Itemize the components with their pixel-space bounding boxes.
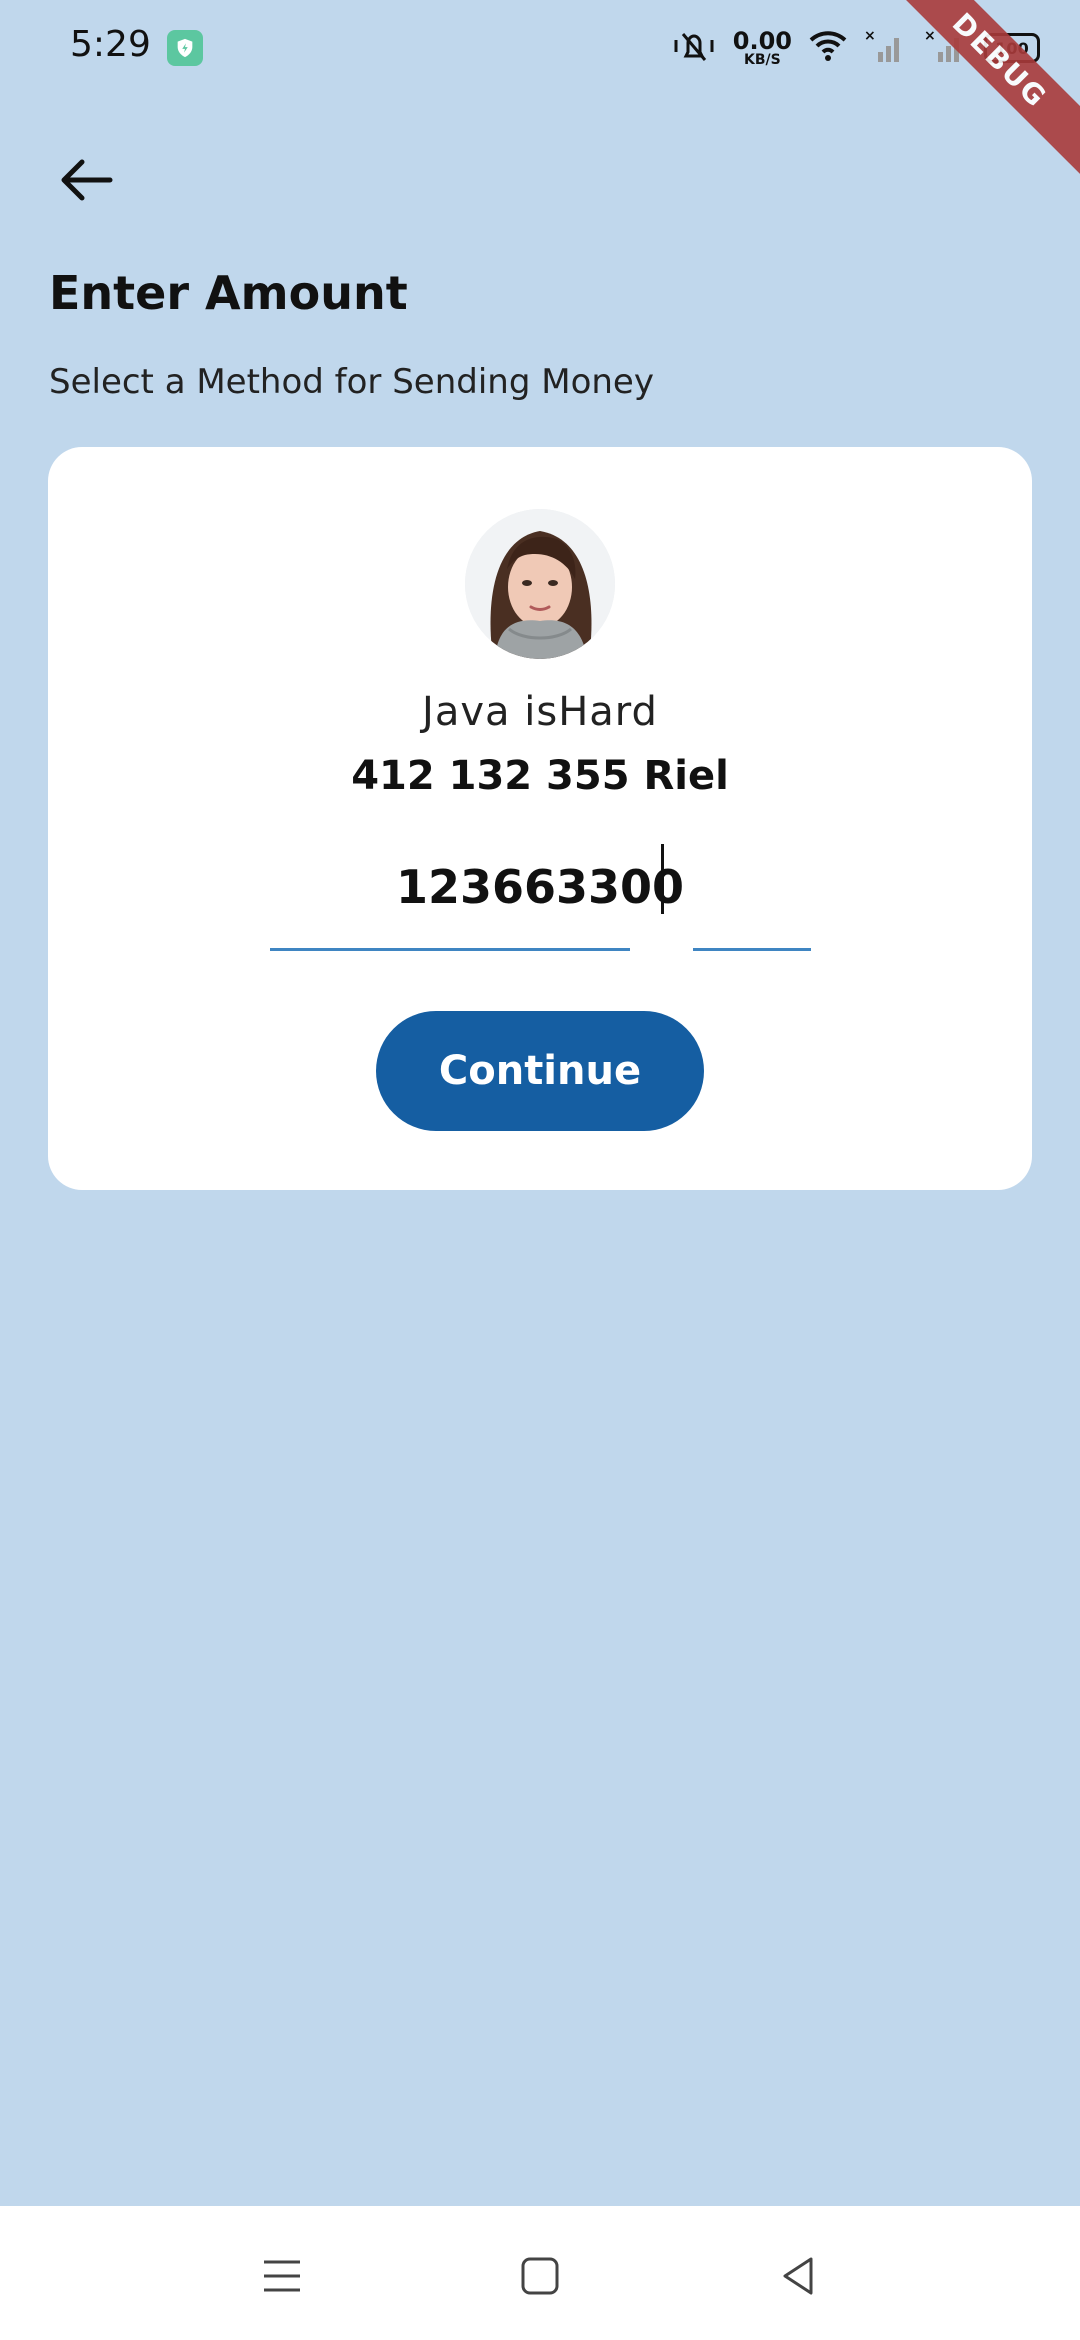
- continue-button[interactable]: Continue: [376, 1011, 704, 1131]
- back-button[interactable]: [46, 140, 126, 220]
- arrow-left-icon: [61, 159, 113, 201]
- system-back-button[interactable]: [758, 2236, 838, 2316]
- page-title: Enter Amount: [49, 266, 408, 320]
- transfer-card: Java isHard 412 132 355 Riel Continue: [48, 447, 1032, 1190]
- page-subtitle: Select a Method for Sending Money: [49, 362, 654, 402]
- recipient-name: Java isHard: [422, 689, 658, 735]
- amount-input[interactable]: [268, 847, 812, 927]
- svg-text:×: ×: [864, 28, 876, 44]
- back-triangle-icon: [783, 2257, 813, 2295]
- svg-text:×: ×: [924, 28, 936, 44]
- account-number: 412 132 355 Riel: [351, 753, 729, 799]
- vibrate-mute-icon: [671, 26, 717, 70]
- status-bar: 5:29 0.00 KB/S × × DEBUG: [0, 0, 1080, 184]
- net-speed-value: 0.00: [732, 27, 792, 55]
- home-square-icon: [521, 2257, 559, 2295]
- home-button[interactable]: [500, 2236, 580, 2316]
- text-caret: [661, 844, 664, 914]
- signal-sim1-icon: ×: [864, 28, 908, 68]
- recipient-avatar: [465, 509, 615, 659]
- menu-icon: [264, 2260, 300, 2292]
- shield-app-icon: [167, 30, 203, 66]
- currency-underline[interactable]: [693, 948, 811, 951]
- system-nav-bar: [0, 2206, 1080, 2340]
- amount-underline: [270, 948, 630, 951]
- net-speed-unit: KB/S: [744, 52, 781, 68]
- status-time: 5:29: [70, 24, 151, 65]
- wifi-icon: [808, 28, 848, 68]
- recents-button[interactable]: [242, 2236, 322, 2316]
- network-speed: 0.00 KB/S: [733, 29, 792, 67]
